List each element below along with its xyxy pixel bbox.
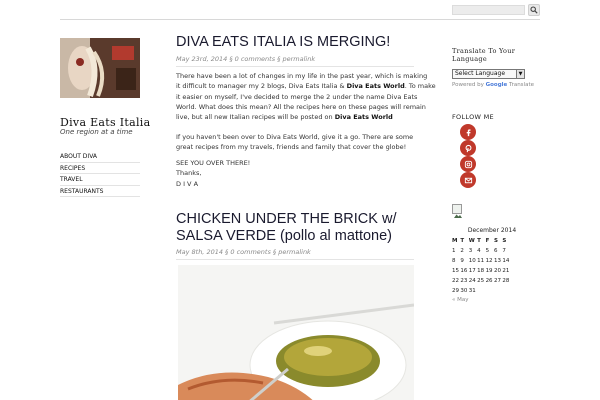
translate-heading: Translate To Your Language xyxy=(452,47,516,63)
post-meta: May 8th, 2014 § 0 comments § permalink xyxy=(176,248,311,256)
calendar-week-row: 29 30 31 xyxy=(452,288,476,294)
post-title[interactable]: DIVA EATS ITALIA IS MERGING! xyxy=(176,34,390,51)
post-meta-divider xyxy=(176,259,414,260)
calendar-week-row: 15 16 17 18 19 20 21 xyxy=(452,268,510,274)
calendar-week-row: 8 9 10 11 12 13 14 xyxy=(452,258,510,264)
nav-item-travel[interactable]: TRAVEL xyxy=(60,174,140,186)
site-logo-image[interactable] xyxy=(60,38,140,98)
site-tagline: One region at a time xyxy=(60,128,133,136)
powered-by-google[interactable]: Powered by Google Translate xyxy=(452,82,534,88)
post-meta: May 23rd, 2014 § 0 comments § permalink xyxy=(176,55,316,63)
post-paragraph: If you haven't been over to Diva Eats Wo… xyxy=(176,133,414,152)
search-input[interactable] xyxy=(452,5,525,15)
post-paragraph: There have been a lot of changes in my l… xyxy=(176,72,436,122)
calendar-weekday-row: MTWTFSS xyxy=(452,238,507,244)
post-meta-divider xyxy=(176,66,414,67)
post-featured-image[interactable] xyxy=(178,265,414,400)
post-title[interactable]: CHICKEN UNDER THE BRICK w/ SALSA VERDE (… xyxy=(176,211,396,244)
chevron-down-icon: ▼ xyxy=(516,70,524,78)
main-nav: ABOUT DIVA RECIPES TRAVEL RESTAURANTS xyxy=(60,151,140,197)
instagram-icon[interactable] xyxy=(460,156,476,172)
diva-eats-world-link[interactable]: Diva Eats World xyxy=(335,113,393,121)
follow-heading: FOLLOW ME xyxy=(452,113,494,121)
post-paragraph: SEE YOU OVER THERE! Thanks, D I V A xyxy=(176,159,251,188)
search-icon xyxy=(530,6,538,14)
calendar-widget: December 2014 MTWTFSS 1234567 8 9 10 11 12 13… xyxy=(452,226,532,303)
nav-item-restaurants[interactable]: RESTAURANTS xyxy=(60,186,140,197)
nav-item-about-diva[interactable]: ABOUT DIVA xyxy=(60,151,140,163)
calendar-prev-month-link[interactable]: « May xyxy=(452,297,532,303)
calendar-caption: December 2014 xyxy=(467,227,517,234)
search-button[interactable] xyxy=(528,4,540,16)
language-select[interactable]: Select Language ▼ xyxy=(452,69,525,79)
image-widget-icon[interactable] xyxy=(452,204,462,218)
diva-eats-world-link[interactable]: Diva Eats World xyxy=(347,82,405,90)
pinterest-icon[interactable] xyxy=(460,140,476,156)
facebook-icon[interactable] xyxy=(460,124,476,140)
calendar-week-row: 22 23 24 25 26 27 28 xyxy=(452,278,510,284)
calendar-week-row: 1234567 xyxy=(452,248,506,254)
nav-item-recipes[interactable]: RECIPES xyxy=(60,163,140,174)
email-icon[interactable] xyxy=(460,172,476,188)
